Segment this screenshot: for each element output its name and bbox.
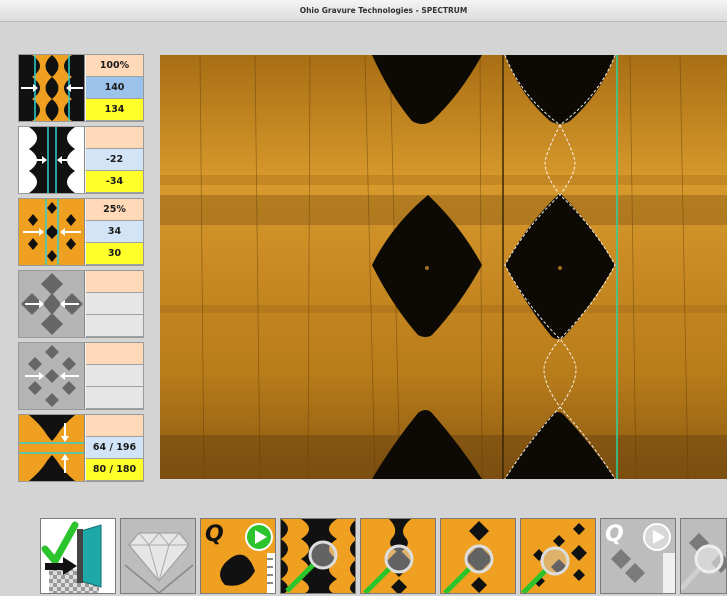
value-cell: 80 / 180 bbox=[86, 459, 143, 481]
value-cell bbox=[86, 271, 143, 293]
panel-vertical-wall[interactable]: 64 / 196 80 / 180 bbox=[18, 414, 144, 482]
value-cell: 134 bbox=[86, 99, 143, 121]
q-glyph: Q bbox=[205, 522, 224, 547]
channel-width-icon[interactable] bbox=[19, 127, 85, 193]
value-cell bbox=[86, 293, 143, 315]
panel-horizontal-width[interactable]: 100% 140 134 bbox=[18, 54, 144, 122]
quick-measure-disabled-button[interactable]: Q bbox=[600, 518, 676, 594]
value-cell: 140 bbox=[86, 77, 143, 99]
zoom-cells-icon bbox=[281, 519, 355, 593]
accept-exit-icon bbox=[41, 519, 115, 593]
zoom-disabled-button[interactable] bbox=[680, 518, 727, 594]
diamond-diagonal-icon[interactable] bbox=[19, 343, 85, 409]
value-cell: 25% bbox=[86, 199, 143, 221]
panel-channel-width[interactable]: -22 -34 bbox=[18, 126, 144, 194]
value-cell: 100% bbox=[86, 55, 143, 77]
value-cell: 64 / 196 bbox=[86, 437, 143, 459]
value-cell bbox=[86, 343, 143, 365]
value-cell: 34 bbox=[86, 221, 143, 243]
microscope-image-viewer[interactable] bbox=[160, 55, 727, 479]
panel-compressed-cell[interactable]: 25% 34 30 bbox=[18, 198, 144, 266]
quick-measure-disabled-icon: Q bbox=[601, 519, 675, 593]
horizontal-width-icon[interactable] bbox=[19, 55, 85, 121]
q-glyph: Q bbox=[605, 522, 624, 547]
zoom-channel-icon bbox=[441, 519, 515, 593]
value-cell bbox=[86, 365, 143, 387]
value-cell: 30 bbox=[86, 243, 143, 265]
diamond-horizontal-icon[interactable] bbox=[19, 271, 85, 337]
accept-exit-button[interactable] bbox=[40, 518, 116, 594]
quick-measure-play-icon: Q bbox=[201, 519, 275, 593]
zoom-channel-button[interactable] bbox=[440, 518, 516, 594]
value-cell bbox=[86, 415, 143, 437]
engraved-cells-image bbox=[160, 55, 727, 479]
zoom-single-cell-icon bbox=[361, 519, 435, 593]
value-cell bbox=[86, 315, 143, 337]
value-cell: -34 bbox=[86, 171, 143, 193]
panel-diamond-diagonal[interactable] bbox=[18, 342, 144, 410]
value-cell: -22 bbox=[86, 149, 143, 171]
zoom-cells-button[interactable] bbox=[280, 518, 356, 594]
zoom-single-cell-button[interactable] bbox=[360, 518, 436, 594]
value-cell bbox=[86, 127, 143, 149]
diamond-icon bbox=[121, 519, 195, 593]
value-cell bbox=[86, 387, 143, 409]
window-title: Ohio Gravure Technologies - SPECTRUM bbox=[299, 6, 468, 15]
panel-diamond-horizontal[interactable] bbox=[18, 270, 144, 338]
zoom-disabled-icon bbox=[681, 519, 726, 593]
zoom-compressed-icon bbox=[521, 519, 595, 593]
title-bar: Ohio Gravure Technologies - SPECTRUM bbox=[0, 0, 727, 22]
quick-measure-button[interactable]: Q bbox=[200, 518, 276, 594]
zoom-compressed-button[interactable] bbox=[520, 518, 596, 594]
compressed-cell-icon[interactable] bbox=[19, 199, 85, 265]
diamond-tool-button[interactable] bbox=[120, 518, 196, 594]
vertical-wall-icon[interactable] bbox=[19, 415, 85, 481]
